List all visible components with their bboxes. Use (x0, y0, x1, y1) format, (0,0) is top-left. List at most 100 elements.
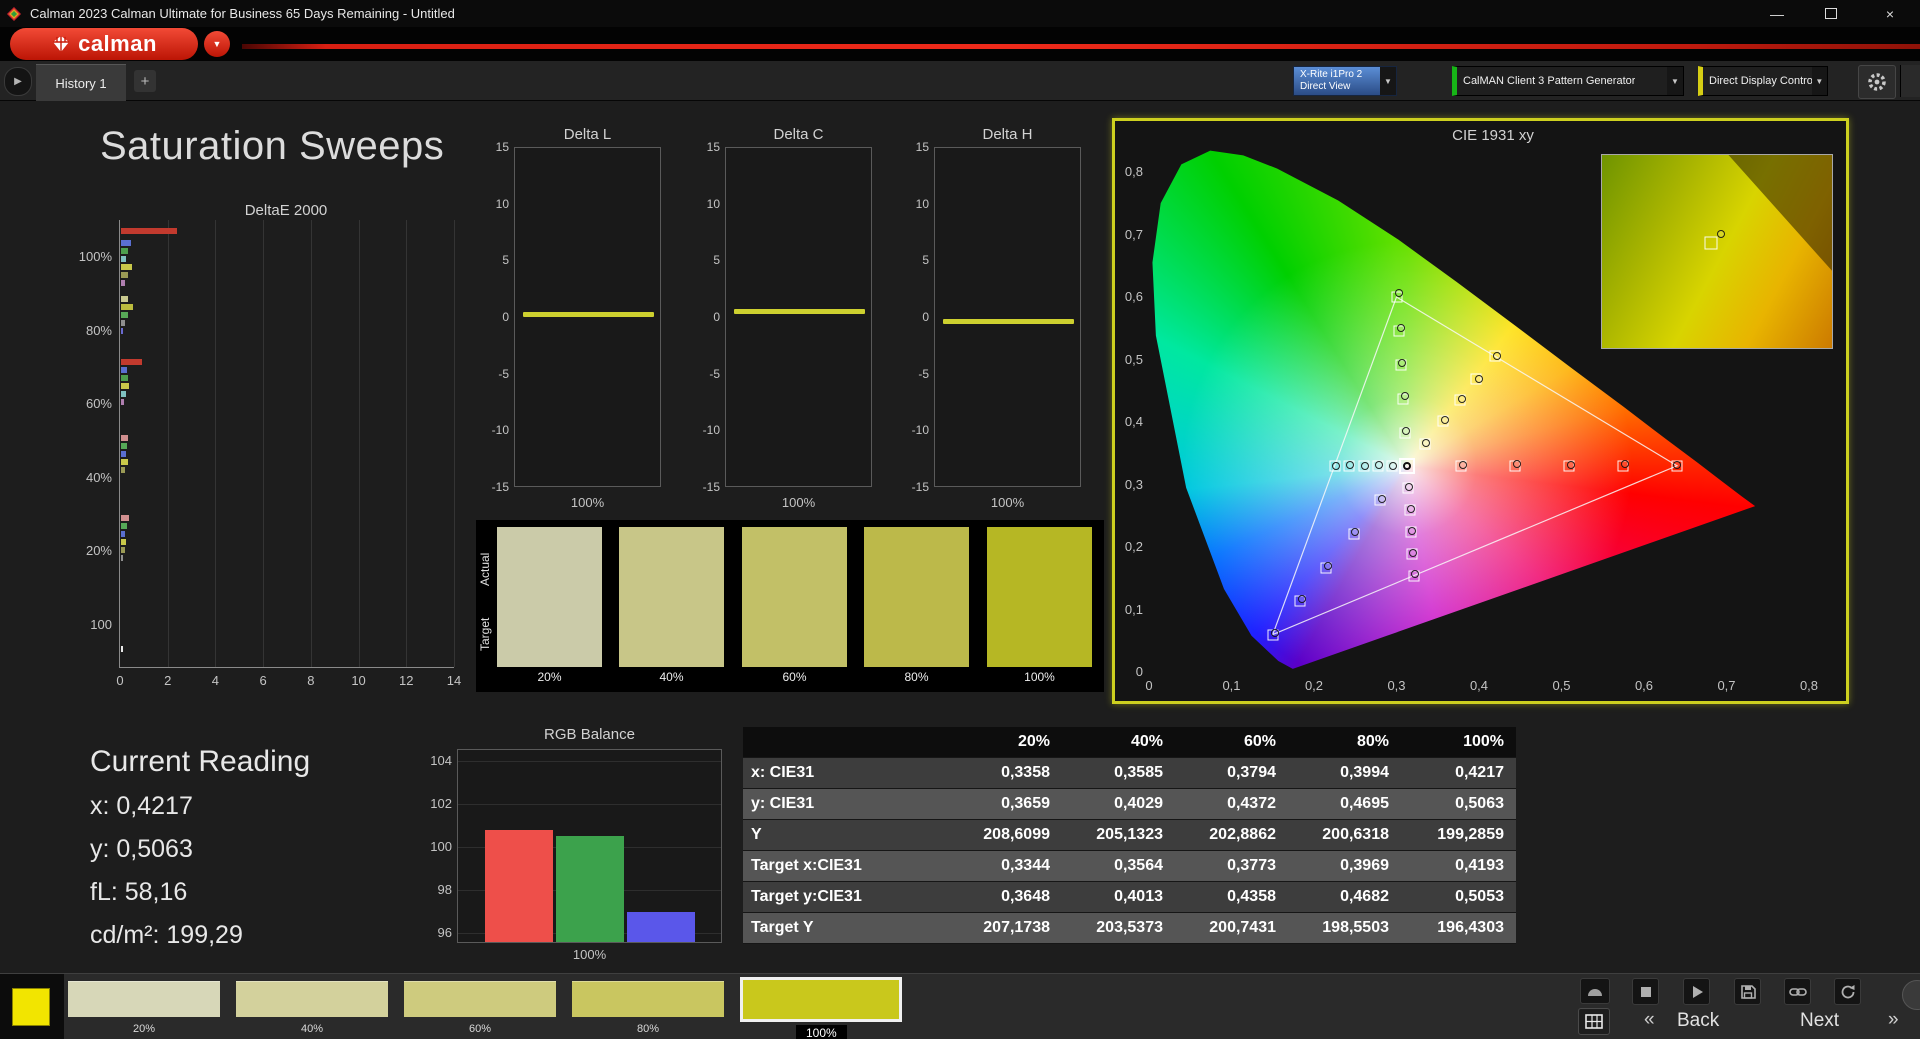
level-swatch-40%[interactable] (236, 981, 388, 1017)
maximize-button[interactable] (1806, 0, 1856, 27)
table-row-label: y: CIE31 (751, 795, 815, 812)
level-swatch-20%[interactable] (68, 981, 220, 1017)
deltae2000-plot: 0 2 4 6 8 10 12 14 100% 80% 60% 40% 20% 100 (79, 220, 461, 688)
calman-app-window: Calman 2023 Calman Ultimate for Business… (0, 0, 1920, 1039)
calman-menu-dropdown-button[interactable]: ▼ (204, 31, 230, 57)
deltae-bar (121, 555, 124, 562)
table-cell: 208,6099 (983, 826, 1050, 843)
back-chevrons-icon[interactable]: « (1644, 1009, 1655, 1031)
tabbar: ▶ History 1 + X-Rite i1Pro 2 Direct View… (0, 61, 1920, 155)
deltae-y-category: 100% (78, 249, 112, 265)
close-button[interactable]: × (1860, 0, 1920, 27)
deltae-gridline (358, 220, 360, 667)
chevron-down-icon: ▼ (1811, 67, 1827, 95)
chevron-down-icon: ▼ (212, 39, 222, 49)
target-row-label: Target (478, 617, 492, 651)
delta_h-y-tick: 5 (922, 253, 929, 268)
table-cell: 0,3994 (1340, 764, 1389, 781)
cie-measured-point-magenta (1406, 504, 1415, 513)
layout-grid-button[interactable] (1578, 1008, 1610, 1035)
cie-measured-point-magenta (1408, 526, 1417, 535)
delta-c-x-label: 100% (781, 495, 816, 510)
link-button[interactable] (1784, 978, 1811, 1005)
pattern-generator-dropdown[interactable]: CalMAN Client 3 Pattern Generator ▼ (1452, 66, 1684, 96)
table-header-cell: 20% (1017, 733, 1050, 750)
table-cell: 205,1323 (1096, 826, 1163, 843)
cie-x-tick: 0,7 (1717, 678, 1736, 693)
cie-measured-point-magenta (1410, 569, 1419, 578)
refresh-button[interactable] (1834, 978, 1861, 1005)
table-cell: 0,3358 (1001, 764, 1050, 781)
deltae-bar (121, 374, 129, 381)
chevron-down-icon: ▼ (1380, 67, 1396, 95)
compare-swatch-40% (619, 527, 724, 667)
delta_c-y-tick: 5 (713, 253, 720, 268)
link-icon (1788, 987, 1807, 996)
meter-dropdown[interactable]: X-Rite i1Pro 2 Direct View ▼ (1293, 66, 1397, 96)
table-row: x: CIE31 0,3358 0,3585 0,3794 0,3994 0,4217 (743, 758, 1516, 789)
workflow-menu-button[interactable]: ▶ (4, 67, 32, 96)
calman-logo-text: calman (78, 31, 157, 56)
save-button[interactable] (1734, 978, 1761, 1005)
delta-c-title: Delta C (773, 126, 824, 143)
compare-swatch-80% (864, 527, 969, 667)
level-swatch-80%[interactable] (572, 981, 724, 1017)
meter-mode: Direct View (1300, 81, 1351, 92)
deltae-x-tick: 8 (307, 673, 315, 688)
next-chevrons-icon[interactable]: » (1888, 1009, 1899, 1031)
compare-swatch-60% (742, 527, 847, 667)
table-row: Target y:CIE31 0,3648 0,4013 0,4358 0,4682 0,… (743, 882, 1516, 913)
deltae-bar (121, 228, 178, 235)
next-button[interactable]: Next (1800, 1010, 1839, 1032)
panel-edge-button[interactable] (1900, 65, 1920, 97)
table-cell: 0,4372 (1227, 795, 1276, 812)
delta_h-y-tick: 0 (922, 310, 929, 324)
play-icon (1692, 985, 1703, 998)
cie-inset-target-square (1704, 236, 1718, 250)
back-button[interactable]: Back (1677, 1010, 1719, 1032)
cie-measured-point-yellow (1422, 439, 1431, 448)
deltae-x-tick: 14 (446, 673, 462, 688)
deltae-bar (121, 312, 128, 319)
dome-icon (1588, 989, 1602, 996)
rgb-balance-x-label: 100% (572, 947, 607, 962)
tab-history-1[interactable]: History 1 (36, 64, 126, 101)
level-swatch-60%[interactable] (404, 981, 556, 1017)
stop-button[interactable] (1632, 978, 1659, 1005)
grid-icon (1585, 1014, 1603, 1029)
table-cell: 0,4193 (1455, 857, 1504, 874)
table-row-label: Y (751, 826, 762, 843)
table-row: Target x:CIE31 0,3344 0,3564 0,3773 0,3969 0,… (743, 851, 1516, 882)
pattern-preview-tile (0, 974, 64, 1039)
deltae-bar (121, 390, 126, 397)
table-cell: 0,4695 (1340, 795, 1389, 812)
table-header-cell: 60% (1243, 733, 1276, 750)
collapse-panel-button[interactable] (1580, 978, 1610, 1004)
delta_l-y-tick: 0 (502, 310, 509, 324)
deltae-bar (121, 366, 127, 373)
add-tab-button[interactable]: + (134, 70, 156, 92)
delta_c-value-bar (734, 309, 865, 315)
play-icon: ▶ (14, 76, 22, 87)
level-swatch-100%[interactable] (740, 977, 902, 1022)
table-cell: 199,2859 (1437, 826, 1504, 843)
plus-icon: + (140, 72, 150, 90)
table-header-cell: 80% (1356, 733, 1389, 750)
minimize-button[interactable]: — (1752, 0, 1802, 27)
display-control-dropdown[interactable]: Direct Display Control ▼ (1698, 66, 1828, 96)
delta_h-y-tick: -10 (911, 423, 929, 438)
deltae-y-category: 20% (85, 543, 112, 559)
corner-round-button[interactable] (1902, 980, 1920, 1010)
calman-menu-button[interactable]: calman (10, 28, 198, 60)
cie-measured-point-red (1458, 460, 1467, 469)
deltae-y-category: 40% (85, 469, 112, 485)
table-cell: 0,3648 (1001, 888, 1050, 905)
compare-swatch-20% (497, 527, 602, 667)
deltae-bar (121, 523, 127, 530)
rgb-bar-red (485, 829, 553, 942)
gear-icon (1868, 73, 1886, 91)
bottombar: 20% 40% 60% 80% 100% « Back Next » (0, 973, 1920, 1039)
measure-play-button[interactable] (1683, 978, 1710, 1005)
settings-button[interactable] (1858, 65, 1896, 99)
cie-measured-point-green (1402, 426, 1411, 435)
